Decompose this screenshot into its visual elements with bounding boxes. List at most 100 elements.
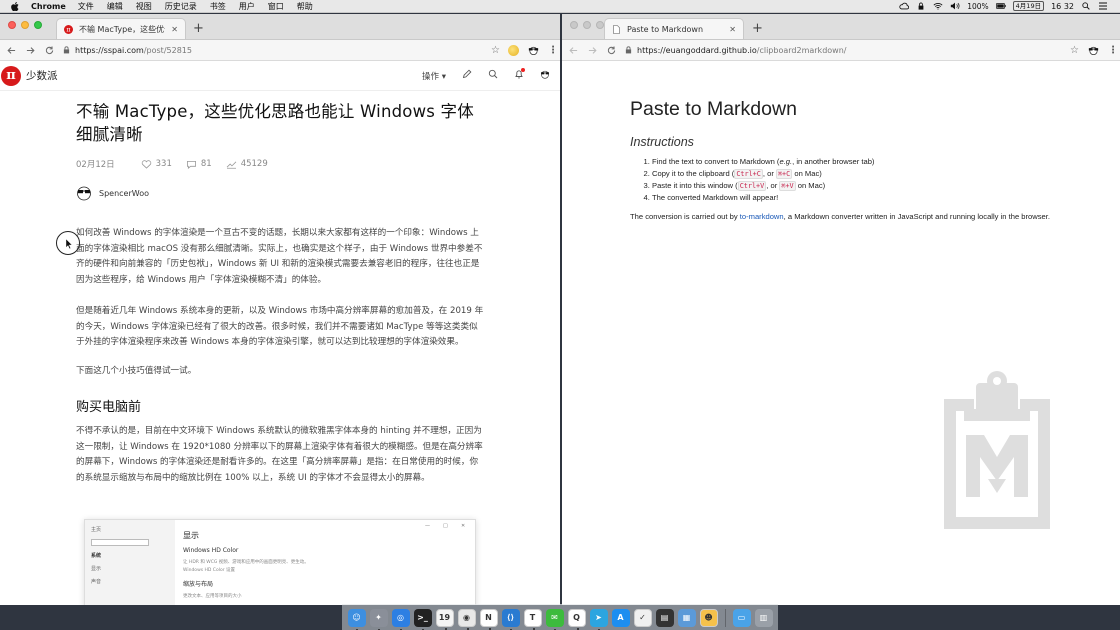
forward-arrow-icon[interactable]: [587, 45, 598, 56]
dock-launchpad-icon[interactable]: ✦: [369, 608, 388, 630]
menu-file[interactable]: 文件: [78, 1, 94, 12]
menu-help[interactable]: 帮助: [297, 1, 313, 12]
extension-emoji-icon[interactable]: [508, 44, 519, 56]
sspai-logo-icon: π: [1, 65, 21, 86]
tab-sspai[interactable]: π 不输 MacType，这些优化思路也 ✕: [56, 18, 186, 39]
step-text: on Mac): [795, 181, 826, 190]
menubar-app-name[interactable]: Chrome: [31, 2, 66, 11]
section-paragraph: 不得不承认的是，目前在中文环境下 Windows 系统默认的微软雅黑字体本身的 …: [76, 426, 483, 483]
edit-pencil-icon[interactable]: [462, 69, 472, 82]
dock-terminal-icon[interactable]: >_: [413, 608, 432, 630]
back-arrow-icon[interactable]: [6, 45, 17, 56]
profile-avatar-icon[interactable]: [527, 45, 540, 55]
menu-view[interactable]: 视图: [136, 1, 152, 12]
sspai-actions: 操作 ▾: [422, 68, 550, 82]
dock-calendar-icon[interactable]: 19: [435, 608, 454, 630]
dock-safari-icon[interactable]: ◎: [391, 608, 410, 630]
embed-side-item: 显示: [91, 566, 102, 572]
embed-maximize-icon: □: [443, 523, 448, 529]
date-badge[interactable]: 4月19日: [1012, 1, 1045, 11]
forward-arrow-icon[interactable]: [25, 45, 36, 56]
tab-paste-to-markdown[interactable]: Paste to Markdown ✕: [604, 18, 744, 39]
comment-stat[interactable]: 81: [186, 159, 212, 169]
volume-icon[interactable]: [950, 2, 960, 10]
dock-vscode-icon[interactable]: ⟨⟩: [501, 608, 520, 630]
dock-running-indicator: [532, 627, 535, 630]
menu-bookmarks[interactable]: 书签: [210, 1, 226, 12]
dock-ticktick-icon[interactable]: ✓: [633, 608, 652, 627]
dock-qq-icon[interactable]: Q: [567, 608, 586, 630]
battery-icon[interactable]: [995, 2, 1006, 10]
menubar-clock[interactable]: 16 32: [1051, 2, 1074, 11]
clipboard-markdown-icon: [944, 371, 1050, 529]
instruction-step-1: Find the text to convert to Markdown (e.…: [652, 156, 1050, 168]
menu-history[interactable]: 历史记录: [165, 1, 197, 12]
actions-menu-button[interactable]: 操作 ▾: [422, 70, 446, 82]
notification-bell-icon[interactable]: [514, 68, 525, 82]
bookmark-star-icon[interactable]: ☆: [491, 45, 500, 56]
tab-close-icon[interactable]: ✕: [171, 25, 178, 34]
dock-folder-icon[interactable]: ▭: [732, 608, 751, 627]
author[interactable]: SpencerWoo: [76, 185, 484, 201]
menu-window[interactable]: 窗口: [268, 1, 284, 12]
profile-avatar-icon[interactable]: [1087, 45, 1100, 55]
reload-icon[interactable]: [44, 45, 55, 56]
bookmark-star-icon[interactable]: ☆: [1070, 45, 1079, 56]
dock-telegram-icon[interactable]: ➤: [589, 608, 608, 630]
search-icon[interactable]: [1081, 2, 1091, 10]
to-markdown-link[interactable]: to-markdown: [740, 212, 784, 221]
tab-title: Paste to Markdown: [627, 24, 704, 34]
embed-line: Windows HD Color 设置: [183, 568, 235, 573]
zoom-window-button[interactable]: [34, 21, 42, 29]
menu-edit[interactable]: 编辑: [107, 1, 123, 12]
browser-toolbar: https://euangoddard.github.io/clipboard2…: [562, 40, 1120, 61]
dock-typora-icon[interactable]: T: [523, 608, 542, 630]
url-path: /post/52815: [143, 45, 192, 55]
lock-icon[interactable]: [916, 2, 926, 10]
cloud-icon[interactable]: [899, 2, 910, 10]
author-avatar: [77, 186, 91, 201]
user-avatar-icon[interactable]: [540, 69, 550, 82]
author-name: SpencerWoo: [99, 188, 149, 198]
close-window-button[interactable]: [570, 21, 578, 29]
dock-trash-icon[interactable]: ▥: [754, 608, 773, 627]
embed-close-icon: ✕: [461, 523, 466, 529]
dock-appstore-icon[interactable]: A: [611, 608, 630, 627]
dock-activity-icon[interactable]: ▤: [655, 608, 674, 627]
sspai-logo[interactable]: π 少数派: [1, 65, 58, 86]
embed-line: 让 HDR 和 WCG 视频、游戏和应用中的画面更明亮、更生动。: [183, 560, 309, 565]
apple-icon[interactable]: [11, 1, 21, 11]
close-window-button[interactable]: [8, 21, 16, 29]
minimize-window-button[interactable]: [21, 21, 29, 29]
chrome-menu-icon[interactable]: ⋮: [548, 45, 558, 56]
chrome-menu-icon[interactable]: ⋮: [1108, 45, 1118, 56]
menu-list-icon[interactable]: [1098, 2, 1108, 10]
paste-to-markdown-content[interactable]: Paste to Markdown Instructions Find the …: [630, 98, 1050, 223]
shortcut-cmd-v: ⌘+V: [779, 181, 796, 191]
dock-notion-icon[interactable]: N: [479, 608, 498, 630]
address-bar[interactable]: https://sspai.com/post/52815 ☆: [63, 43, 500, 58]
dock-emoji-icon[interactable]: ☻: [699, 608, 718, 627]
new-tab-button[interactable]: +: [752, 22, 763, 36]
dock-chrome-icon[interactable]: ◉: [457, 608, 476, 630]
menu-people[interactable]: 用户: [239, 1, 255, 12]
secure-lock-icon[interactable]: [625, 46, 632, 54]
secure-lock-icon[interactable]: [63, 46, 70, 54]
search-icon[interactable]: [488, 69, 498, 82]
minimize-window-button[interactable]: [583, 21, 591, 29]
dock-finder-icon[interactable]: ☺: [347, 608, 366, 630]
shortcut-ctrl-v: Ctrl+V: [737, 181, 767, 191]
new-tab-button[interactable]: +: [193, 22, 204, 36]
dock-preview-icon[interactable]: ▦: [677, 608, 696, 627]
zoom-window-button[interactable]: [596, 21, 604, 29]
macos-dock: ☺ ✦ ◎ >_ 19 ◉ N ⟨⟩ T ✉ Q ➤ A ✓ ▤ ▦ ☻ ▭ ▥: [342, 604, 778, 630]
address-bar[interactable]: https://euangoddard.github.io/clipboard2…: [625, 43, 1079, 58]
description-text: , a Markdown converter written in JavaSc…: [783, 212, 1050, 221]
dock-wechat-icon[interactable]: ✉: [545, 608, 564, 630]
wifi-icon[interactable]: [933, 2, 943, 10]
like-stat[interactable]: 331: [141, 159, 172, 169]
reload-icon[interactable]: [606, 45, 617, 56]
back-arrow-icon[interactable]: [568, 45, 579, 56]
tab-close-icon[interactable]: ✕: [729, 25, 736, 34]
article-embedded-screenshot: 主页 系统 显示 声音 显示 Windows HD Color 让 HDR 和 …: [84, 519, 476, 605]
